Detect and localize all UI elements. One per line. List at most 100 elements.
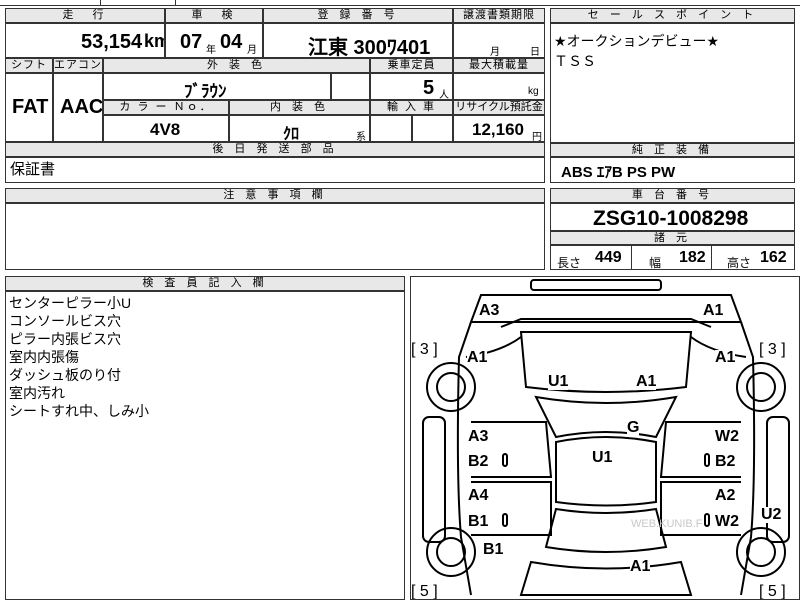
inspector-note-item: 室内内張傷: [9, 349, 79, 365]
later-parts-cell: 保証書: [5, 157, 545, 183]
damage-rear-door-left-2: B1: [468, 513, 489, 530]
top-strip-divider: [100, 0, 101, 6]
damage-front-door-left-1: A3: [468, 428, 489, 445]
specs-divider: [631, 246, 632, 269]
inspector-notes-list: センターピラー小U コンソールビス穴 ピラー内張ビス穴 室内内張傷 ダッシュ板のり付 室内…: [9, 294, 149, 420]
later-parts-value: 保証書: [10, 161, 56, 178]
door-handle-rear-right: [704, 513, 710, 527]
recycle-value: 12,160: [472, 120, 524, 139]
specs-length-value: 449: [595, 249, 622, 266]
ac-cell: AAC: [53, 73, 103, 142]
inspection-header: 車 検: [165, 8, 263, 23]
recycle-cell: 12,160 円: [453, 115, 545, 142]
inspection-cell: 07 年 04 月: [165, 23, 263, 58]
specs-width-label: 幅: [649, 256, 662, 270]
damage-fender-right: A1: [715, 349, 736, 366]
inspector-note-item: コンソールビス穴: [9, 313, 121, 329]
side-skirt-right-shape: [766, 416, 790, 543]
transfer-day-unit: 日: [530, 47, 540, 58]
damage-hood-left: U1: [548, 373, 569, 390]
damage-side-right: U2: [761, 506, 782, 523]
load-header: 最大積載量: [453, 58, 545, 73]
recycle-header: リサイクル預託金: [453, 100, 545, 115]
color-no-header: カ ラ ー Ｎｏ．: [103, 100, 229, 115]
capacity-cell: 5 人: [370, 73, 453, 100]
diagram-watermark: WEB.KUNIB.F: [631, 518, 703, 530]
top-strip: [0, 0, 800, 6]
plate-cell: 江東 300ﾜ401: [263, 23, 453, 58]
chassis-header: 車 台 番 号: [550, 188, 795, 203]
damage-front-left: A3: [479, 302, 500, 319]
interior-cell: ｸﾛ 系: [229, 115, 370, 142]
top-strip-divider: [175, 0, 176, 6]
damage-fender-left: A1: [467, 349, 488, 366]
load-unit: kg: [528, 86, 539, 97]
caution-header: 注 意 事 項 欄: [5, 188, 545, 203]
roof-shape: [555, 436, 657, 507]
inspection-month: 04: [220, 31, 243, 53]
chassis-value: ZSG10-1008298: [593, 207, 749, 230]
specs-height-value: 162: [760, 249, 787, 266]
tire-front-right-shape: [736, 362, 786, 412]
sales-cell: ★オークションデビュー★ ＴＳＳ: [550, 23, 795, 143]
door-handle-rear-left: [502, 513, 508, 527]
front-bumper-shape: [530, 279, 662, 291]
import-header: 輸 入 車: [370, 100, 453, 115]
damage-rear-door-left-1: A4: [468, 487, 489, 504]
door-handle-front-left: [502, 453, 508, 467]
inspector-note-item: センターピラー小U: [9, 295, 132, 311]
capacity-unit: 人: [439, 90, 449, 100]
exterior-cell: ﾌﾞﾗｳﾝ: [103, 73, 331, 100]
tire-rear-left-shape: [426, 527, 476, 577]
shift-value: FAT: [12, 96, 49, 118]
damage-roof: U1: [592, 449, 613, 466]
damage-front-door-left-2: B2: [468, 453, 489, 470]
inspector-note-item: ダッシュ板のり付: [9, 367, 121, 383]
ac-value: AAC: [60, 96, 103, 118]
tire-rear-right-hub: [746, 537, 776, 567]
exterior-header: 外 装 色: [103, 58, 370, 73]
sales-line-2: ＴＳＳ: [554, 53, 596, 69]
tire-rating-front-right: [ 3 ]: [759, 341, 786, 358]
capacity-header: 乗車定員: [370, 58, 453, 73]
side-skirt-left-shape: [422, 416, 446, 543]
damage-rear-door-right-2: W2: [715, 513, 739, 530]
specs-divider: [711, 246, 712, 269]
color-no-value: 4V8: [150, 120, 181, 139]
front-panel-shape: [469, 294, 743, 323]
sales-header: セ ー ル ス ポ イ ン ト: [550, 8, 795, 23]
interior-value: ｸﾛ: [283, 126, 300, 142]
color-no-cell: 4V8: [103, 115, 229, 142]
damage-quarter-left: B1: [483, 541, 504, 558]
tire-rating-rear-right: [ 5 ]: [759, 583, 786, 600]
tire-rating-rear-left: [ 5 ]: [411, 583, 438, 600]
inspection-year: 07: [180, 31, 203, 53]
specs-cell: 長さ 449 幅 182 高さ 162: [550, 245, 795, 270]
import-cell-right: [412, 115, 453, 142]
plate-header: 登 録 番 号: [263, 8, 453, 23]
rear-window-shape: [544, 507, 668, 553]
exterior-value: ﾌﾞﾗｳﾝ: [184, 82, 227, 100]
specs-height-label: 高さ: [727, 256, 752, 270]
damage-rear: A1: [630, 558, 651, 575]
tire-front-left-hub: [436, 372, 466, 402]
inspection-year-unit: 年: [206, 45, 216, 56]
exterior-extra-cell: [331, 73, 370, 100]
import-cell-left: [370, 115, 412, 142]
interior-unit: 系: [356, 132, 366, 142]
damage-hood-right: A1: [636, 373, 657, 390]
damage-front-door-right-1: W2: [715, 428, 739, 445]
inspector-header: 検 査 員 記 入 欄: [5, 276, 405, 291]
windshield-shape: [534, 395, 678, 439]
ac-header: エアコン: [53, 58, 103, 73]
door-handle-front-right: [704, 453, 710, 467]
transfer-month-unit: 月: [490, 47, 500, 58]
recycle-unit: 円: [532, 132, 542, 142]
plate-value: 江東 300ﾜ401: [308, 37, 431, 58]
specs-width-value: 182: [679, 249, 706, 266]
tire-rating-front-left: [ 3 ]: [411, 341, 438, 358]
tire-front-right-hub: [746, 372, 776, 402]
caution-cell: [5, 203, 545, 270]
damage-rear-door-right-1: A2: [715, 487, 736, 504]
load-cell: kg: [453, 73, 545, 100]
